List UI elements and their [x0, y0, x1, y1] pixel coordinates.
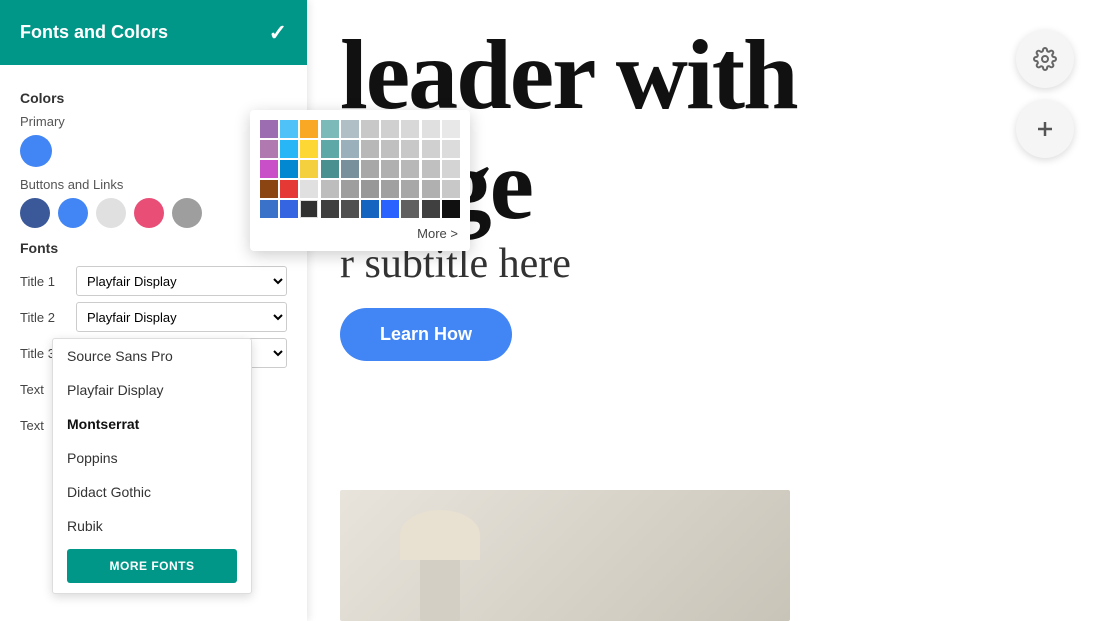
color-cell[interactable] [381, 180, 399, 198]
color-cell[interactable] [300, 140, 318, 158]
color-swatches-row [20, 198, 287, 228]
fonts-section-label: Fonts [20, 240, 287, 256]
color-cell[interactable] [280, 120, 298, 138]
colors-section-label: Colors [20, 90, 287, 106]
color-cell[interactable] [341, 200, 359, 218]
add-button[interactable] [1016, 100, 1074, 158]
swatch-pink[interactable] [134, 198, 164, 228]
dropdown-item-playfair[interactable]: Playfair Display [53, 373, 251, 407]
sidebar-header: Fonts and Colors ✓ [0, 0, 307, 65]
gear-icon [1033, 47, 1057, 71]
swatch-light-gray[interactable] [96, 198, 126, 228]
plus-icon [1033, 117, 1057, 141]
color-cell[interactable] [361, 160, 379, 178]
dropdown-item-poppins[interactable]: Poppins [53, 441, 251, 475]
color-cell[interactable] [422, 160, 440, 178]
hero-image [340, 490, 790, 621]
color-cell[interactable] [341, 180, 359, 198]
color-cell[interactable] [260, 140, 278, 158]
color-cell[interactable] [300, 180, 318, 198]
font-select-title2[interactable]: Playfair Display [76, 302, 287, 332]
color-cell[interactable] [381, 160, 399, 178]
color-cell[interactable] [341, 160, 359, 178]
check-icon[interactable]: ✓ [269, 20, 287, 46]
more-fonts-button[interactable]: MORE FONTS [67, 549, 237, 583]
color-cell[interactable] [442, 200, 460, 218]
color-cell[interactable] [381, 200, 399, 218]
color-grid [260, 120, 460, 218]
color-cell[interactable] [381, 140, 399, 158]
dropdown-item-didact[interactable]: Didact Gothic [53, 475, 251, 509]
learn-how-button[interactable]: Learn How [340, 308, 512, 361]
color-cell[interactable] [280, 180, 298, 198]
font-dropdown-menu: Source Sans Pro Playfair Display Montser… [52, 338, 252, 594]
font-row-title1: Title 1 Playfair Display [20, 266, 287, 296]
color-cell[interactable] [442, 180, 460, 198]
color-cell[interactable] [361, 140, 379, 158]
color-cell[interactable] [280, 200, 298, 218]
color-cell[interactable] [422, 180, 440, 198]
color-cell[interactable] [321, 200, 339, 218]
dropdown-item-source-sans[interactable]: Source Sans Pro [53, 339, 251, 373]
color-cell[interactable] [341, 140, 359, 158]
color-cell[interactable] [381, 120, 399, 138]
color-cell[interactable] [422, 120, 440, 138]
color-cell[interactable] [401, 160, 419, 178]
dropdown-item-montserrat[interactable]: Montserrat [53, 407, 251, 441]
panel-title: Fonts and Colors [20, 22, 168, 43]
color-cell[interactable] [361, 200, 379, 218]
dropdown-item-rubik[interactable]: Rubik [53, 509, 251, 543]
color-cell[interactable] [361, 120, 379, 138]
color-cell[interactable] [321, 180, 339, 198]
color-cell[interactable] [300, 160, 318, 178]
color-cell[interactable] [280, 160, 298, 178]
color-cell[interactable] [300, 200, 318, 218]
color-cell[interactable] [260, 160, 278, 178]
color-picker-more[interactable]: More > [260, 226, 460, 241]
color-cell[interactable] [341, 120, 359, 138]
color-cell[interactable] [401, 180, 419, 198]
primary-color-swatch[interactable] [20, 135, 52, 167]
color-cell[interactable] [260, 200, 278, 218]
font-row-title2: Title 2 Playfair Display [20, 302, 287, 332]
color-cell[interactable] [422, 140, 440, 158]
buttons-links-label: Buttons and Links [20, 177, 287, 192]
color-cell[interactable] [442, 140, 460, 158]
font-label-title1: Title 1 [20, 274, 68, 289]
color-cell[interactable] [401, 140, 419, 158]
swatch-blue[interactable] [58, 198, 88, 228]
color-cell[interactable] [401, 120, 419, 138]
color-cell[interactable] [361, 180, 379, 198]
primary-label: Primary [20, 114, 287, 129]
color-cell[interactable] [422, 200, 440, 218]
color-picker-popup: More > [250, 110, 470, 251]
font-label-title2: Title 2 [20, 310, 68, 325]
color-cell[interactable] [260, 120, 278, 138]
color-cell[interactable] [442, 160, 460, 178]
swatch-gray[interactable] [172, 198, 202, 228]
color-cell[interactable] [321, 140, 339, 158]
color-cell[interactable] [300, 120, 318, 138]
color-cell[interactable] [260, 180, 278, 198]
color-cell[interactable] [401, 200, 419, 218]
color-cell[interactable] [321, 120, 339, 138]
color-cell[interactable] [280, 140, 298, 158]
swatch-dark-blue[interactable] [20, 198, 50, 228]
color-cell[interactable] [321, 160, 339, 178]
color-cell[interactable] [442, 120, 460, 138]
settings-button[interactable] [1016, 30, 1074, 88]
font-select-title1[interactable]: Playfair Display [76, 266, 287, 296]
